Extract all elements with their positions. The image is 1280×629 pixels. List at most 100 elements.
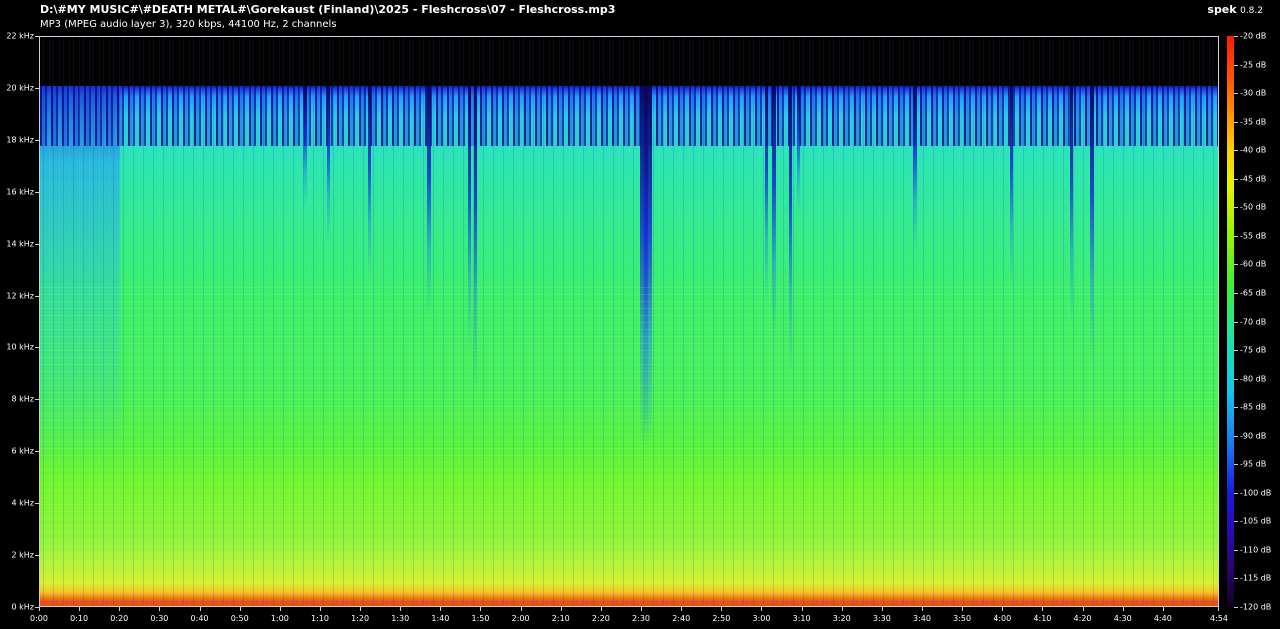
time-tick bbox=[39, 607, 40, 611]
time-tick-label: 3:00 bbox=[752, 614, 771, 623]
db-tick bbox=[1234, 322, 1238, 323]
frequency-tick-label: 20 kHz bbox=[6, 83, 34, 93]
time-tick bbox=[79, 607, 80, 611]
time-tick bbox=[721, 607, 722, 611]
db-color-scale bbox=[1227, 36, 1234, 607]
time-tick bbox=[1163, 607, 1164, 611]
db-tick-label: -50 dB bbox=[1240, 202, 1267, 212]
db-tick-label: -85 dB bbox=[1240, 402, 1267, 412]
frequency-tick bbox=[35, 192, 39, 193]
frequency-tick-label: 12 kHz bbox=[6, 291, 34, 301]
db-tick bbox=[1234, 36, 1238, 37]
spectral-dropout bbox=[765, 86, 768, 302]
db-tick bbox=[1234, 578, 1238, 579]
harmonic-band bbox=[40, 413, 1218, 414]
harmonic-band bbox=[40, 560, 1218, 561]
harmonic-band bbox=[40, 553, 1218, 554]
time-tick-label: 2:40 bbox=[672, 614, 691, 623]
frequency-tick-label: 22 kHz bbox=[6, 31, 34, 41]
harmonic-band bbox=[40, 371, 1218, 372]
frequency-tick bbox=[35, 296, 39, 297]
harmonic-band bbox=[40, 532, 1218, 533]
time-tick bbox=[320, 607, 321, 611]
harmonic-band bbox=[40, 315, 1218, 316]
frequency-tick bbox=[35, 244, 39, 245]
frequency-tick bbox=[35, 503, 39, 504]
db-tick-label: -75 dB bbox=[1240, 345, 1267, 355]
time-tick-label: 0:30 bbox=[150, 614, 169, 623]
harmonic-band bbox=[40, 455, 1218, 456]
harmonic-band bbox=[40, 511, 1218, 512]
db-tick-label: -120 dB bbox=[1240, 602, 1272, 612]
db-tick bbox=[1234, 550, 1238, 551]
time-tick-label: 3:20 bbox=[832, 614, 851, 623]
spectral-dropout bbox=[1070, 86, 1073, 324]
spectral-dropout bbox=[1010, 86, 1013, 287]
db-tick-label: -55 dB bbox=[1240, 231, 1267, 241]
spectrogram-plot bbox=[39, 36, 1219, 607]
spectral-dropout bbox=[1090, 86, 1094, 361]
db-tick bbox=[1234, 93, 1238, 94]
db-tick bbox=[1234, 607, 1238, 608]
time-tick-label: 1:20 bbox=[351, 614, 370, 623]
frequency-tick bbox=[35, 88, 39, 89]
harmonic-band bbox=[40, 357, 1218, 358]
time-tick bbox=[681, 607, 682, 611]
time-tick bbox=[360, 607, 361, 611]
time-tick-label: 0:20 bbox=[110, 614, 129, 623]
db-tick bbox=[1234, 379, 1238, 380]
app-brand: spek 0.8.2 bbox=[1207, 3, 1263, 16]
time-tick bbox=[761, 607, 762, 611]
db-tick-label: -105 dB bbox=[1240, 516, 1272, 526]
spectral-dropout bbox=[368, 86, 371, 280]
time-tick-label: 3:10 bbox=[792, 614, 811, 623]
time-tick bbox=[922, 607, 923, 611]
time-tick-label: 3:50 bbox=[953, 614, 972, 623]
db-tick bbox=[1234, 407, 1238, 408]
db-tick-label: -60 dB bbox=[1240, 259, 1267, 269]
time-tick bbox=[882, 607, 883, 611]
frequency-tick bbox=[35, 140, 39, 141]
harmonic-band bbox=[40, 518, 1218, 519]
time-tick bbox=[521, 607, 522, 611]
harmonic-band bbox=[40, 490, 1218, 491]
time-tick-label: 4:40 bbox=[1153, 614, 1172, 623]
harmonic-band bbox=[40, 469, 1218, 470]
time-tick-label: 4:54 bbox=[1210, 614, 1228, 623]
db-tick-label: -65 dB bbox=[1240, 288, 1267, 298]
harmonic-band bbox=[40, 434, 1218, 435]
file-path-title: D:\#MY MUSIC#\#DEATH METAL#\Gorekaust (F… bbox=[40, 3, 616, 16]
harmonic-band bbox=[40, 322, 1218, 323]
time-tick-label: 0:10 bbox=[70, 614, 89, 623]
harmonic-band bbox=[40, 385, 1218, 386]
frequency-tick-label: 14 kHz bbox=[6, 239, 34, 249]
time-tick bbox=[1218, 607, 1219, 611]
db-tick-label: -95 dB bbox=[1240, 459, 1267, 469]
time-tick-label: 2:10 bbox=[551, 614, 570, 623]
frequency-tick-label: 0 kHz bbox=[11, 602, 34, 612]
time-tick-label: 1:10 bbox=[310, 614, 329, 623]
spectral-dropout bbox=[468, 86, 471, 354]
harmonic-band bbox=[40, 301, 1218, 302]
db-tick-label: -35 dB bbox=[1240, 117, 1267, 127]
harmonic-band bbox=[40, 329, 1218, 330]
time-tick-label: 4:10 bbox=[1033, 614, 1052, 623]
frequency-tick-label: 4 kHz bbox=[11, 498, 34, 508]
harmonic-band bbox=[40, 364, 1218, 365]
db-tick bbox=[1234, 493, 1238, 494]
spectral-dropout bbox=[797, 86, 800, 213]
db-tick-label: -30 dB bbox=[1240, 88, 1267, 98]
db-tick bbox=[1234, 122, 1238, 123]
spek-window: D:\#MY MUSIC#\#DEATH METAL#\Gorekaust (F… bbox=[0, 0, 1280, 629]
time-tick bbox=[561, 607, 562, 611]
db-tick bbox=[1234, 464, 1238, 465]
db-tick-label: -90 dB bbox=[1240, 431, 1267, 441]
db-tick-label: -80 dB bbox=[1240, 374, 1267, 384]
frequency-tick bbox=[35, 347, 39, 348]
time-tick-label: 1:00 bbox=[270, 614, 289, 623]
harmonic-band bbox=[40, 399, 1218, 400]
time-tick bbox=[601, 607, 602, 611]
frequency-tick-label: 10 kHz bbox=[6, 342, 34, 352]
time-tick bbox=[1042, 607, 1043, 611]
time-tick bbox=[280, 607, 281, 611]
